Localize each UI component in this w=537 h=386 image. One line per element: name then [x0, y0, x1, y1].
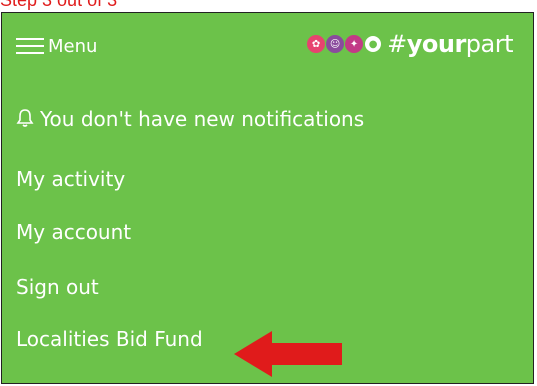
- nav-item-sign-out[interactable]: Sign out: [16, 275, 99, 299]
- brand-text: #yourpart: [387, 30, 513, 58]
- yourpart-logo[interactable]: ✿ ☺ ✦ ● #yourpart: [307, 30, 514, 58]
- nav-item-my-activity[interactable]: My activity: [16, 167, 125, 191]
- step-caption: Step 3 out of 3: [0, 0, 118, 10]
- mobile-menu-panel: Menu ✿ ☺ ✦ ● #yourpart You don't have ne…: [1, 12, 534, 384]
- hands-icon: ✿: [307, 35, 326, 53]
- bell-icon: [16, 109, 34, 127]
- nav-item-my-account[interactable]: My account: [16, 220, 131, 244]
- menu-label: Menu: [48, 35, 98, 57]
- annotation-arrow: [234, 331, 342, 377]
- people-icon: ✦: [345, 35, 364, 53]
- notifications-item[interactable]: You don't have new notifications: [16, 107, 364, 131]
- caption-strip: Step 3 out of 3: [0, 0, 537, 12]
- menu-button[interactable]: Menu: [16, 31, 97, 61]
- notifications-text: You don't have new notifications: [40, 107, 365, 131]
- person-icon: ☺: [326, 35, 345, 53]
- hamburger-icon: [16, 36, 44, 56]
- nav-item-localities-bid-fund[interactable]: Localities Bid Fund: [16, 327, 203, 351]
- group-icon: ●: [364, 35, 383, 53]
